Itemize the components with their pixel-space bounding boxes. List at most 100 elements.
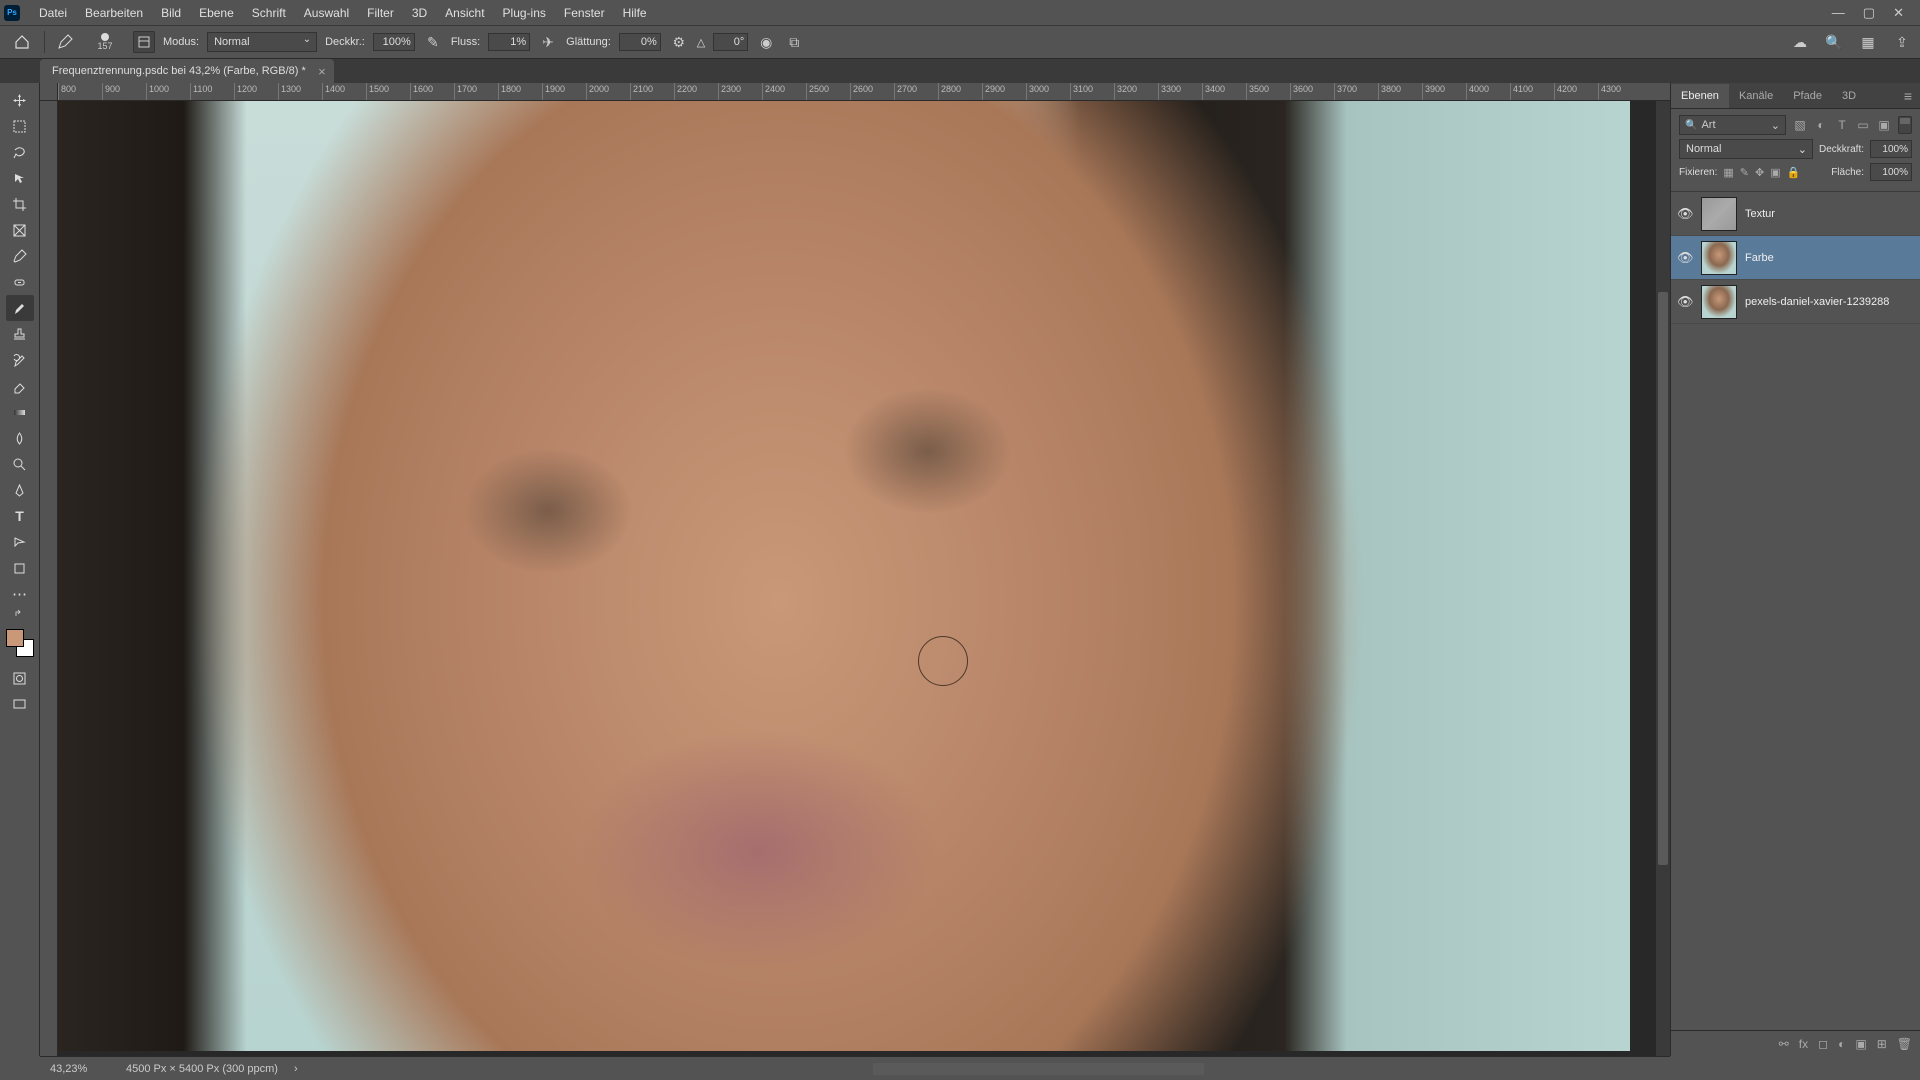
filter-adjustment-icon[interactable]: ◐: [1813, 117, 1829, 133]
pressure-size-icon[interactable]: ◉: [756, 32, 776, 52]
gradient-tool[interactable]: [6, 399, 34, 425]
panel-menu-icon[interactable]: ≡: [1896, 88, 1920, 104]
link-layers-icon[interactable]: ⚯: [1779, 1037, 1789, 1051]
layer-name[interactable]: Farbe: [1745, 252, 1774, 264]
opacity-input[interactable]: [373, 33, 415, 51]
doc-info-arrow[interactable]: ›: [294, 1063, 298, 1075]
document-tab[interactable]: Frequenztrennung.psdc bei 43,2% (Farbe, …: [40, 59, 334, 83]
shape-tool[interactable]: [6, 555, 34, 581]
path-selection-tool[interactable]: [6, 529, 34, 555]
tab-3d[interactable]: 3D: [1832, 84, 1866, 108]
menu-ebene[interactable]: Ebene: [190, 2, 243, 24]
tab-kanaele[interactable]: Kanäle: [1729, 84, 1783, 108]
flow-input[interactable]: [488, 33, 530, 51]
angle-input[interactable]: [713, 33, 748, 51]
menu-plugins[interactable]: Plug-ins: [494, 2, 555, 24]
healing-tool[interactable]: [6, 269, 34, 295]
layer-opacity-input[interactable]: [1870, 140, 1912, 158]
menu-ansicht[interactable]: Ansicht: [436, 2, 493, 24]
workspace-icon[interactable]: ▦: [1858, 32, 1878, 52]
close-button[interactable]: ✕: [1893, 5, 1904, 21]
brush-panel-toggle[interactable]: [133, 31, 155, 53]
symmetry-icon[interactable]: ⧉: [784, 32, 804, 52]
filter-pixel-icon[interactable]: ▧: [1792, 117, 1808, 133]
tab-ebenen[interactable]: Ebenen: [1671, 84, 1729, 108]
move-tool[interactable]: [6, 87, 34, 113]
delete-layer-icon[interactable]: 🗑: [1897, 1037, 1912, 1051]
ruler-origin[interactable]: [40, 83, 58, 101]
maximize-button[interactable]: ▢: [1863, 5, 1875, 21]
lock-all-icon[interactable]: 🔒: [1787, 166, 1801, 179]
selection-tool[interactable]: [6, 165, 34, 191]
more-tools[interactable]: ⋯: [6, 581, 34, 607]
lock-position-icon[interactable]: ✥: [1755, 166, 1764, 179]
menu-datei[interactable]: Datei: [30, 2, 76, 24]
stamp-tool[interactable]: [6, 321, 34, 347]
search-icon[interactable]: 🔍: [1824, 32, 1844, 52]
smoothing-options-icon[interactable]: ⚙: [669, 32, 689, 52]
lasso-tool[interactable]: [6, 139, 34, 165]
layer-fx-icon[interactable]: fx: [1799, 1037, 1808, 1051]
vertical-scrollbar[interactable]: [1656, 101, 1670, 1056]
quick-mask-tool[interactable]: [6, 665, 34, 691]
layer-item[interactable]: 👁Textur: [1671, 192, 1920, 236]
menu-bearbeiten[interactable]: Bearbeiten: [76, 2, 152, 24]
home-button[interactable]: [8, 30, 36, 54]
new-layer-icon[interactable]: ⊞: [1877, 1037, 1887, 1051]
current-tool-icon[interactable]: [53, 30, 77, 54]
menu-filter[interactable]: Filter: [358, 2, 403, 24]
layer-visibility-icon[interactable]: 👁: [1677, 294, 1693, 310]
color-swatches[interactable]: [6, 629, 34, 657]
layer-mask-icon[interactable]: ◻: [1818, 1037, 1828, 1051]
cloud-docs-icon[interactable]: ☁: [1790, 32, 1810, 52]
layer-fill-input[interactable]: [1870, 163, 1912, 181]
filter-smart-icon[interactable]: ▣: [1876, 117, 1892, 133]
dodge-tool[interactable]: [6, 451, 34, 477]
menu-bild[interactable]: Bild: [152, 2, 190, 24]
layer-name[interactable]: Textur: [1745, 208, 1775, 220]
color-swap-icon[interactable]: [6, 607, 34, 621]
layer-blend-mode[interactable]: Normal: [1679, 139, 1813, 159]
layer-group-icon[interactable]: ▣: [1855, 1037, 1866, 1051]
canvas[interactable]: [58, 101, 1670, 1056]
menu-3d[interactable]: 3D: [403, 2, 436, 24]
layer-visibility-icon[interactable]: 👁: [1677, 250, 1693, 266]
horizontal-ruler[interactable]: 8009001000110012001300140015001600170018…: [58, 83, 1670, 101]
eraser-tool[interactable]: [6, 373, 34, 399]
foreground-color[interactable]: [6, 629, 24, 647]
frame-tool[interactable]: [6, 217, 34, 243]
filter-shape-icon[interactable]: ▭: [1855, 117, 1871, 133]
pressure-opacity-icon[interactable]: ✎: [423, 32, 443, 52]
lock-artboard-icon[interactable]: ▣: [1770, 166, 1780, 179]
blend-mode-select[interactable]: Normal: [207, 32, 317, 52]
menu-auswahl[interactable]: Auswahl: [295, 2, 358, 24]
layer-thumbnail[interactable]: [1701, 285, 1737, 319]
screen-mode-tool[interactable]: [6, 691, 34, 717]
horizontal-scrollbar[interactable]: [514, 1063, 1460, 1075]
history-brush-tool[interactable]: [6, 347, 34, 373]
minimize-button[interactable]: —: [1832, 5, 1845, 21]
brush-preset-picker[interactable]: 157: [85, 28, 125, 56]
eyedropper-tool[interactable]: [6, 243, 34, 269]
smoothing-input[interactable]: [619, 33, 661, 51]
pen-tool[interactable]: [6, 477, 34, 503]
menu-hilfe[interactable]: Hilfe: [614, 2, 656, 24]
menu-schrift[interactable]: Schrift: [243, 2, 295, 24]
close-tab-icon[interactable]: ×: [318, 64, 326, 79]
layer-name[interactable]: pexels-daniel-xavier-1239288: [1745, 296, 1889, 308]
zoom-level[interactable]: 43,23%: [50, 1063, 110, 1075]
document-info[interactable]: 4500 Px × 5400 Px (300 ppcm): [126, 1063, 278, 1075]
layer-item[interactable]: 👁 pexels-daniel-xavier-1239288: [1671, 280, 1920, 324]
airbrush-icon[interactable]: ✈: [538, 32, 558, 52]
filter-toggle[interactable]: [1898, 116, 1912, 134]
lock-transparency-icon[interactable]: ▦: [1723, 166, 1733, 179]
layer-thumbnail[interactable]: [1701, 241, 1737, 275]
lock-pixels-icon[interactable]: ✎: [1740, 166, 1749, 179]
layer-thumbnail[interactable]: [1701, 197, 1737, 231]
layer-filter-type[interactable]: Art: [1679, 115, 1786, 135]
layer-item[interactable]: 👁 Farbe: [1671, 236, 1920, 280]
brush-tool[interactable]: [6, 295, 34, 321]
marquee-tool[interactable]: [6, 113, 34, 139]
adjustment-layer-icon[interactable]: ◐: [1838, 1037, 1845, 1051]
crop-tool[interactable]: [6, 191, 34, 217]
